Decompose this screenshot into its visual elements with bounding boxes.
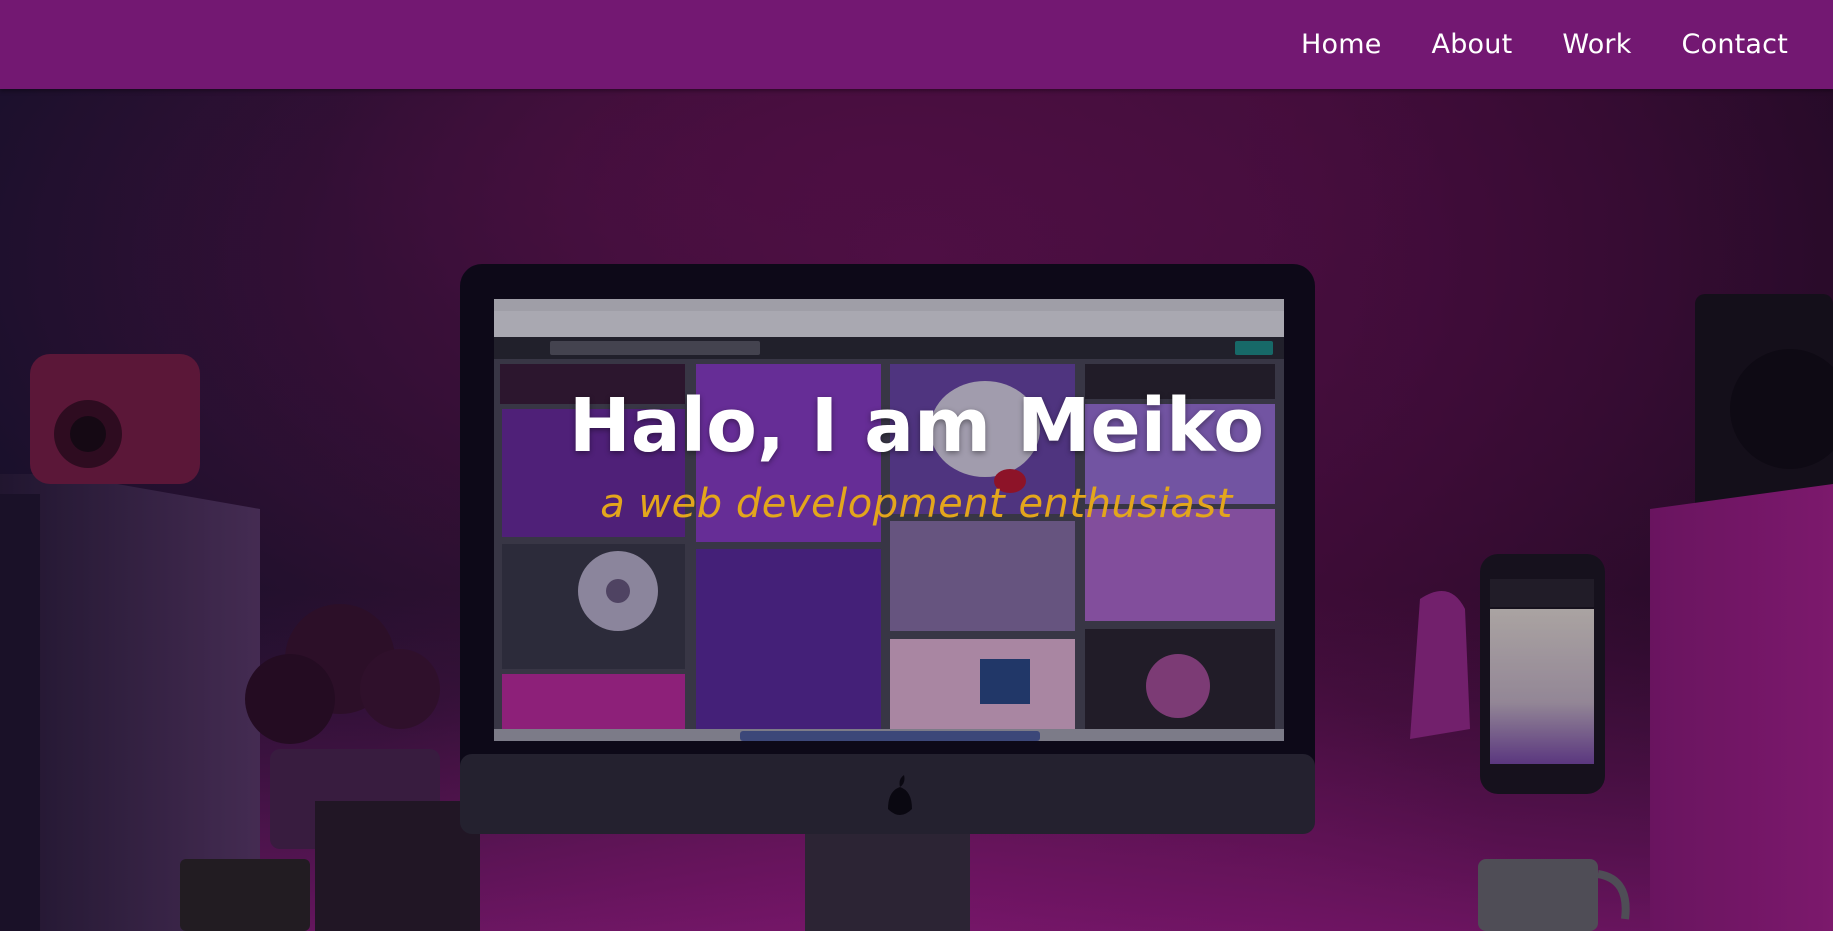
hero-text-block: Halo, I am Meiko a web development enthu… [0, 389, 1833, 527]
navbar: Home About Work Contact [0, 0, 1833, 89]
nav-link-about[interactable]: About [1432, 29, 1513, 60]
nav-link-home[interactable]: Home [1301, 29, 1382, 60]
hero-subtitle: a web development enthusiast [600, 481, 1233, 527]
hero-title: Halo, I am Meiko [568, 383, 1265, 469]
nav-link-contact[interactable]: Contact [1682, 29, 1788, 60]
hero-section: Halo, I am Meiko a web development enthu… [0, 89, 1833, 931]
nav-link-work[interactable]: Work [1562, 29, 1631, 60]
nav-menu: Home About Work Contact [1251, 0, 1788, 89]
